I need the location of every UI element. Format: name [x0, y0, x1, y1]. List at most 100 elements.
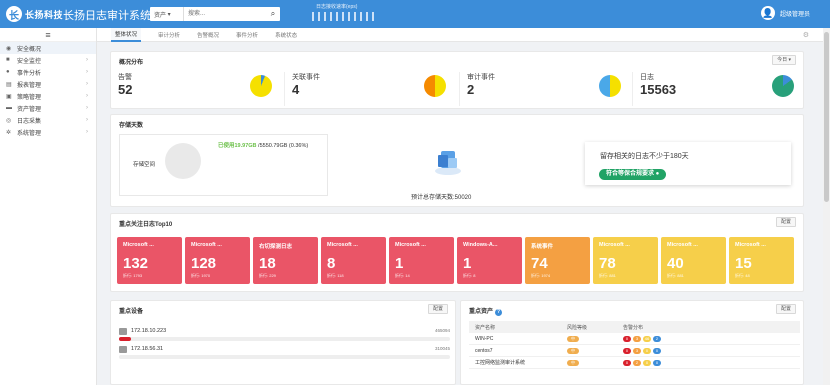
info-icon: ●	[6, 69, 10, 75]
sidebar-item-2[interactable]: ● 事件分析 ›	[0, 66, 96, 78]
tab-4[interactable]: 系统状态	[275, 28, 297, 42]
card-title: Microsoft ...	[667, 242, 698, 248]
top10-card[interactable]: 右切探测日志 18 折行: 229	[253, 237, 318, 284]
stat-value: 52	[118, 82, 133, 97]
top-bar: 长 长扬科技 长扬日志审计系统 资产 ▾ ⌕ 日志接收速率(eps) 👤 超级管…	[0, 0, 830, 28]
card-title: Microsoft ...	[599, 242, 630, 248]
top10-card[interactable]: Microsoft ... 15 折行: 48	[729, 237, 794, 284]
sidebar-item-3[interactable]: ▤ 报表管理 ›	[0, 78, 96, 90]
dashboard-icon: ◉	[6, 45, 12, 52]
sidebar-item-7[interactable]: ✲ 系统管理 ›	[0, 126, 96, 138]
help-icon[interactable]: ?	[495, 309, 503, 316]
card-value: 78	[599, 255, 616, 272]
sidebar-item-0[interactable]: ◉ 安全概况	[0, 42, 96, 54]
logo-badge: 长	[6, 6, 22, 22]
tab-2[interactable]: 告警概况	[197, 28, 219, 42]
top10-card[interactable]: Microsoft ... 128 折行: 1970	[185, 237, 250, 284]
card-subtext: 折行: 1793	[123, 273, 143, 278]
stat-divider	[459, 72, 460, 106]
stat-label: 告警	[118, 74, 132, 81]
table-row[interactable]: WIN-PC 中 0 3 46 2	[469, 333, 800, 345]
stat-pie-chart	[250, 75, 272, 97]
tab-1[interactable]: 审计分析	[158, 28, 180, 42]
top10-card[interactable]: Microsoft ... 40 折行: 881	[661, 237, 726, 284]
sidebar-item-5[interactable]: ▬ 资产管理 ›	[0, 102, 96, 114]
alert-distribution: 0300	[623, 347, 800, 354]
tab-3[interactable]: 事件分析	[236, 28, 258, 42]
overview-panel: 概况分布 今日 ▾ 告警 52 关联事件 4 审计事件 2 日志 15563	[110, 51, 804, 109]
top10-card[interactable]: Microsoft ... 78 折行: 881	[593, 237, 658, 284]
monitor-icon: ■	[6, 57, 10, 63]
storage-total-text: /5550.79GB (0.36%)	[256, 143, 309, 149]
col-risk-level: 风险等级	[567, 324, 588, 331]
card-title: Microsoft ...	[191, 242, 222, 248]
alert-count-badge: 0	[623, 347, 631, 354]
top10-card[interactable]: Microsoft ... 8 折行: 118	[321, 237, 386, 284]
top10-title: 重点关注日志Top10	[119, 222, 173, 228]
stat-card: 日志 15563	[640, 72, 800, 106]
card-value: 132	[123, 255, 149, 272]
sidebar-item-label: 资产管理	[17, 106, 42, 113]
asset-icon: ▬	[6, 105, 12, 111]
app-title: 长扬日志审计系统	[63, 10, 151, 22]
storage-space-label: 存储空间	[133, 162, 156, 168]
table-row[interactable]: centos7 中 0 3 0 0	[469, 345, 800, 357]
sidebar-item-4[interactable]: ▣ 策略管理 ›	[0, 90, 96, 102]
alert-count-badge: 0	[623, 335, 631, 342]
collect-icon: ◎	[6, 117, 12, 124]
stat-card: 告警 52	[118, 72, 278, 106]
top10-card[interactable]: Windows-A... 1 折行: 8	[457, 237, 522, 284]
chevron-right-icon: ›	[86, 81, 88, 87]
risk-cell: 中	[567, 347, 623, 354]
stat-pie-chart	[424, 75, 446, 97]
assets-config-button[interactable]: 配置	[775, 304, 796, 314]
gear-icon[interactable]: ⚙	[803, 31, 809, 39]
device-count: 310045	[434, 346, 450, 351]
search-type-select[interactable]: 资产 ▾	[150, 7, 184, 21]
card-title: Microsoft ...	[123, 242, 154, 248]
sidebar-item-label: 策略管理	[17, 94, 42, 101]
eps-rate-bars	[312, 12, 374, 21]
scrollbar-thumb[interactable]	[824, 32, 829, 202]
server-icon	[119, 328, 127, 335]
device-row[interactable]: 172.18.56.31 310045	[119, 346, 450, 362]
card-title: 系统事件	[531, 244, 554, 250]
device-name: 172.18.56.31	[131, 346, 164, 352]
card-value: 1	[395, 255, 404, 272]
chevron-right-icon: ›	[86, 117, 88, 123]
stat-value: 4	[292, 82, 300, 97]
top10-card[interactable]: Microsoft ... 132 折行: 1793	[117, 237, 182, 284]
search-input[interactable]	[184, 8, 266, 20]
stat-value: 2	[467, 82, 475, 97]
tab-0[interactable]: 整体状况	[111, 27, 142, 42]
stat-label: 关联事件	[292, 74, 320, 81]
top10-card[interactable]: Microsoft ... 1 折行: 14	[389, 237, 454, 284]
top10-card[interactable]: 系统事件 74 折行: 1974	[525, 237, 590, 284]
range-select-button[interactable]: 今日 ▾	[772, 55, 796, 65]
alert-distribution: 0200	[623, 359, 800, 366]
table-row[interactable]: 工控网络监测审计系统中 0 2 0 0	[469, 357, 800, 369]
page-scrollbar[interactable]	[823, 28, 830, 385]
user-menu[interactable]: 👤 超级管理员	[760, 6, 810, 20]
card-value: 74	[531, 255, 548, 272]
menu-toggle-icon[interactable]: ≡	[0, 28, 96, 42]
database-icon	[435, 151, 461, 175]
sidebar-item-1[interactable]: ■ 安全监控 ›	[0, 54, 96, 66]
devices-config-button[interactable]: 配置	[427, 304, 448, 314]
chevron-right-icon: ›	[86, 129, 88, 135]
logo[interactable]: 长 长扬科技	[6, 5, 63, 23]
risk-cell: 中	[567, 335, 623, 342]
search-icon[interactable]: ⌕	[266, 9, 280, 19]
top10-panel: 重点关注日志Top10 配置 Microsoft ... 132 折行: 1793 M…	[110, 213, 804, 292]
stat-divider	[632, 72, 633, 106]
alert-count-badge: 46	[643, 335, 651, 342]
card-subtext: 折行: 881	[599, 273, 616, 278]
sidebar-item-label: 事件分析	[17, 70, 42, 77]
sidebar-item-6[interactable]: ◎ 日志采集 ›	[0, 114, 96, 126]
card-title: Windows-A...	[463, 242, 498, 248]
assets-title: 重点资产?	[469, 309, 503, 316]
top10-config-button[interactable]: 配置	[775, 217, 796, 227]
device-row[interactable]: 172.18.10.223 465094	[119, 328, 450, 344]
card-value: 8	[327, 255, 336, 272]
col-asset-name: 资产名称	[475, 324, 496, 331]
